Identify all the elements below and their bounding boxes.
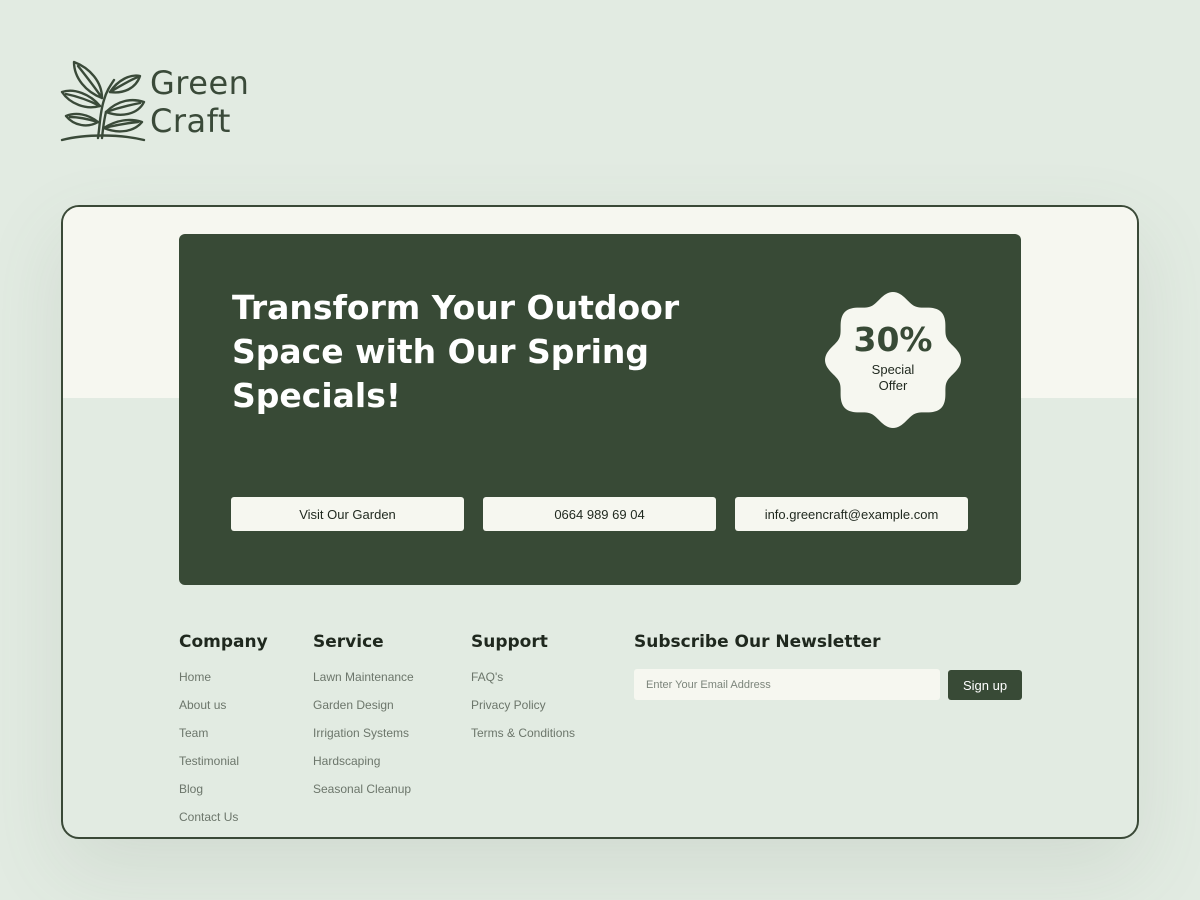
footer-link-seasonal-cleanup[interactable]: Seasonal Cleanup <box>313 782 414 796</box>
visit-garden-button[interactable]: Visit Our Garden <box>231 497 464 531</box>
company-heading: Company <box>179 632 268 652</box>
support-heading: Support <box>471 632 548 652</box>
footer-service-column: Service Lawn Maintenance Garden Design I… <box>313 631 414 810</box>
footer-link-team[interactable]: Team <box>179 726 268 740</box>
hero-title: Transform Your Outdoor Space with Our Sp… <box>232 288 680 415</box>
website-preview-frame: Transform Your Outdoor Space with Our Sp… <box>61 205 1139 839</box>
plant-sprout-icon <box>60 60 146 142</box>
brand[interactable]: Green Craft <box>60 58 249 144</box>
footer-link-blog[interactable]: Blog <box>179 782 268 796</box>
signup-button[interactable]: Sign up <box>948 670 1022 700</box>
footer-link-terms-conditions[interactable]: Terms & Conditions <box>471 726 575 740</box>
footer-link-contact-us[interactable]: Contact Us <box>179 810 268 824</box>
brand-name-line2: Craft <box>150 102 231 140</box>
badge-percent: 30% <box>853 320 933 359</box>
hero-buttons: Visit Our Garden 0664 989 69 04 info.gre… <box>231 497 968 531</box>
scalloped-badge-shape <box>825 292 961 428</box>
newsletter-form: Sign up <box>634 669 1022 700</box>
footer-link-privacy-policy[interactable]: Privacy Policy <box>471 698 575 712</box>
newsletter-email-input[interactable] <box>634 669 940 700</box>
company-links: Home About us Team Testimonial Blog Cont… <box>179 670 268 824</box>
newsletter-heading: Subscribe Our Newsletter <box>634 632 881 652</box>
badge-label-line1: Special <box>871 362 915 377</box>
service-heading: Service <box>313 632 384 652</box>
footer-link-hardscaping[interactable]: Hardscaping <box>313 754 414 768</box>
footer-link-irrigation-systems[interactable]: Irrigation Systems <box>313 726 414 740</box>
newsletter-section: Subscribe Our Newsletter Sign up <box>634 631 1022 700</box>
footer-link-testimonial[interactable]: Testimonial <box>179 754 268 768</box>
badge-label: Special Offer <box>858 362 928 394</box>
page: Green Craft Transform Your Outdoor Space… <box>0 0 1200 900</box>
email-button[interactable]: info.greencraft@example.com <box>735 497 968 531</box>
hero-banner: Transform Your Outdoor Space with Our Sp… <box>179 234 1021 585</box>
footer-link-faqs[interactable]: FAQ's <box>471 670 575 684</box>
badge-label-line2: Offer <box>878 378 908 393</box>
support-links: FAQ's Privacy Policy Terms & Conditions <box>471 670 575 740</box>
footer-support-column: Support FAQ's Privacy Policy Terms & Con… <box>471 631 575 754</box>
phone-button[interactable]: 0664 989 69 04 <box>483 497 716 531</box>
footer-link-home[interactable]: Home <box>179 670 268 684</box>
footer-company-column: Company Home About us Team Testimonial B… <box>179 631 268 837</box>
footer-link-garden-design[interactable]: Garden Design <box>313 698 414 712</box>
brand-name: Green Craft <box>150 64 249 140</box>
service-links: Lawn Maintenance Garden Design Irrigatio… <box>313 670 414 796</box>
footer-link-about-us[interactable]: About us <box>179 698 268 712</box>
special-offer-badge: 30% Special Offer <box>823 290 963 430</box>
brand-name-line1: Green <box>150 64 250 102</box>
footer-link-lawn-maintenance[interactable]: Lawn Maintenance <box>313 670 414 684</box>
